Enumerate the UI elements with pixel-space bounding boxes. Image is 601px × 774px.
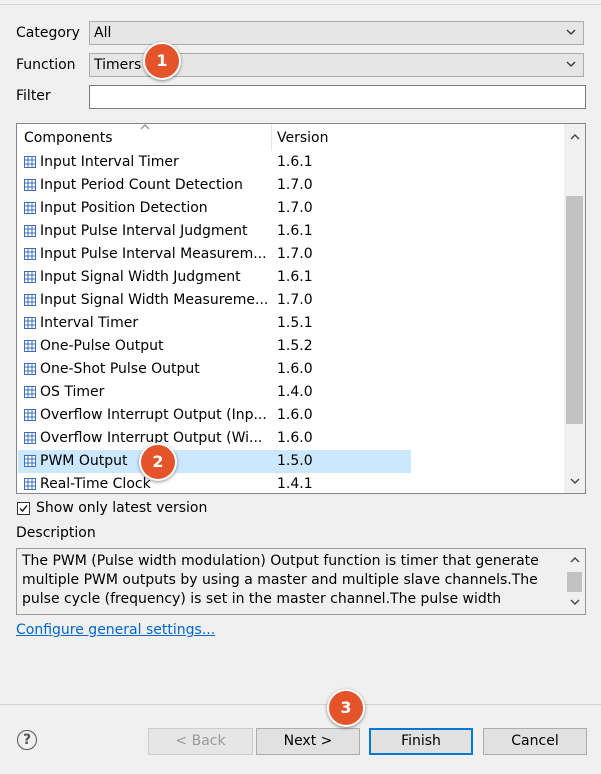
back-button[interactable]: < Back <box>148 728 253 755</box>
chevron-down-icon <box>566 29 576 35</box>
component-name: One-Shot Pulse Output <box>40 361 200 377</box>
component-icon <box>24 340 36 352</box>
checkmark-icon <box>19 505 28 513</box>
next-button[interactable]: Next > <box>256 728 360 755</box>
table-row[interactable]: OS Timer 1.4.0 <box>17 381 565 404</box>
component-icon <box>24 409 36 421</box>
component-version: 1.6.0 <box>277 361 313 377</box>
component-name: Input Signal Width Judgment <box>40 269 241 285</box>
table-row[interactable]: Input Signal Width Judgment 1.6.1 <box>17 266 565 289</box>
finish-button[interactable]: Finish <box>369 728 473 755</box>
component-version: 1.6.0 <box>277 430 313 446</box>
component-name: Input Position Detection <box>40 200 208 216</box>
component-rows: Input Interval Timer 1.6.1 Input Period Co… <box>17 151 565 493</box>
chevron-down-icon <box>566 61 576 67</box>
step-badge-2: 2 <box>139 443 177 481</box>
table-row[interactable]: PWM Output 1.5.0 <box>17 450 565 473</box>
table-row[interactable]: Input Signal Width Measureme... 1.7.0 <box>17 289 565 312</box>
component-version: 1.7.0 <box>277 177 313 193</box>
component-icon <box>24 156 36 168</box>
cancel-button[interactable]: Cancel <box>483 728 587 755</box>
component-name: OS Timer <box>40 384 105 400</box>
table-row[interactable]: One-Shot Pulse Output 1.6.0 <box>17 358 565 381</box>
scroll-down-icon[interactable] <box>569 597 581 607</box>
component-name: Interval Timer <box>40 315 139 331</box>
table-row[interactable]: Overflow Interrupt Output (Wi... 1.6.0 <box>17 427 565 450</box>
component-name: Overflow Interrupt Output (Inp... <box>40 407 267 423</box>
component-version: 1.6.1 <box>277 269 313 285</box>
step-badge-3: 3 <box>327 689 365 727</box>
component-icon <box>24 248 36 260</box>
configure-settings-link[interactable]: Configure general settings... <box>16 622 215 638</box>
component-name: One-Pulse Output <box>40 338 164 354</box>
table-row[interactable]: Real-Time Clock 1.4.1 <box>17 473 565 493</box>
component-name: Input Interval Timer <box>40 154 179 170</box>
table-row[interactable]: One-Pulse Output 1.5.2 <box>17 335 565 358</box>
description-text: The PWM (Pulse width modulation) Output … <box>22 553 539 607</box>
component-name: Real-Time Clock <box>40 476 151 492</box>
table-header: Components Version <box>17 124 565 151</box>
category-value: All <box>94 25 112 41</box>
component-icon <box>24 225 36 237</box>
function-value: Timers <box>94 57 142 73</box>
category-label: Category <box>16 25 80 41</box>
sort-ascending-icon <box>140 124 150 130</box>
component-icon <box>24 271 36 283</box>
button-bar-divider <box>0 704 601 705</box>
component-name: Input Pulse Interval Measurem... <box>40 246 267 262</box>
component-version: 1.7.0 <box>277 246 313 262</box>
list-scrollbar[interactable] <box>564 124 585 493</box>
show-latest-checkbox[interactable] <box>17 502 30 515</box>
component-version: 1.6.1 <box>277 154 313 170</box>
component-name: Input Pulse Interval Judgment <box>40 223 248 239</box>
table-row[interactable]: Input Pulse Interval Judgment 1.6.1 <box>17 220 565 243</box>
component-icon <box>24 179 36 191</box>
component-version: 1.6.0 <box>277 407 313 423</box>
component-icon <box>24 317 36 329</box>
component-name: PWM Output <box>40 453 128 469</box>
column-header-components[interactable]: Components <box>24 130 113 146</box>
scrollbar-thumb[interactable] <box>567 572 582 592</box>
component-version: 1.4.1 <box>277 476 313 492</box>
table-row[interactable]: Input Pulse Interval Measurem... 1.7.0 <box>17 243 565 266</box>
description-label: Description <box>16 525 96 541</box>
description-scrollbar[interactable] <box>564 549 585 614</box>
component-version: 1.5.0 <box>277 453 313 469</box>
function-label: Function <box>16 57 76 73</box>
description-box[interactable]: The PWM (Pulse width modulation) Output … <box>16 548 586 615</box>
scroll-up-icon[interactable] <box>569 555 581 565</box>
component-version: 1.4.0 <box>277 384 313 400</box>
component-icon <box>24 202 36 214</box>
table-row[interactable]: Input Interval Timer 1.6.1 <box>17 151 565 174</box>
components-table[interactable]: Components Version Input Interval Timer 1… <box>16 123 586 494</box>
step-badge-1: 1 <box>143 42 181 80</box>
component-version: 1.5.2 <box>277 338 313 354</box>
component-icon <box>24 294 36 306</box>
table-row[interactable]: Overflow Interrupt Output (Inp... 1.6.0 <box>17 404 565 427</box>
scroll-up-icon[interactable] <box>569 132 581 142</box>
top-border <box>0 0 601 5</box>
component-icon <box>24 455 36 467</box>
component-name: Input Signal Width Measureme... <box>40 292 269 308</box>
component-version: 1.7.0 <box>277 292 313 308</box>
filter-input[interactable] <box>89 85 586 109</box>
component-name: Input Period Count Detection <box>40 177 243 193</box>
column-divider[interactable] <box>271 124 272 151</box>
scrollbar-thumb[interactable] <box>566 196 583 424</box>
component-version: 1.7.0 <box>277 200 313 216</box>
scroll-down-icon[interactable] <box>569 476 581 486</box>
component-icon <box>24 363 36 375</box>
show-latest-label[interactable]: Show only latest version <box>36 500 207 516</box>
component-icon <box>24 386 36 398</box>
table-row[interactable]: Input Period Count Detection 1.7.0 <box>17 174 565 197</box>
table-row[interactable]: Interval Timer 1.5.1 <box>17 312 565 335</box>
help-icon[interactable]: ? <box>17 730 37 750</box>
column-header-version[interactable]: Version <box>277 130 328 146</box>
table-row[interactable]: Input Position Detection 1.7.0 <box>17 197 565 220</box>
component-icon <box>24 478 36 490</box>
filter-label: Filter <box>16 88 51 104</box>
component-version: 1.6.1 <box>277 223 313 239</box>
component-version: 1.5.1 <box>277 315 313 331</box>
component-icon <box>24 432 36 444</box>
